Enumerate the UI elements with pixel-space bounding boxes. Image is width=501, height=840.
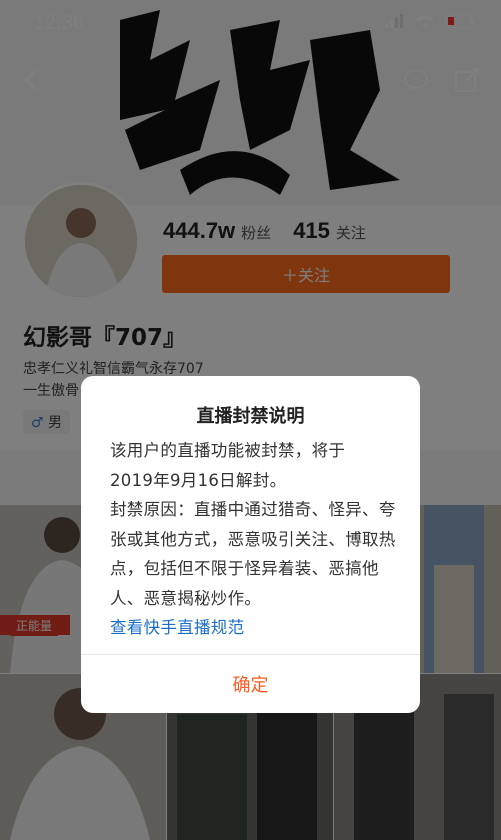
dialog-body-line-1: 该用户的直播功能被封禁，将于 xyxy=(110,441,346,460)
dialog-body: 该用户的直播功能被封禁，将于 2019年9月16日解封。 封禁原因：直播中通过猎… xyxy=(110,436,400,643)
dialog-title: 直播封禁说明 xyxy=(196,406,305,427)
dialog-body-line-2: 2019年9月16日解封。 xyxy=(110,470,287,490)
confirm-button[interactable]: 确定 xyxy=(81,655,420,713)
ban-notice-dialog: 直播封禁说明 该用户的直播功能被封禁，将于 2019年9月16日解封。 封禁原因… xyxy=(81,376,420,713)
profile-page: 12:36 444.7w 粉丝 415 关注 ＋关注 幻影哥『707』 忠孝仁义… xyxy=(0,0,501,840)
live-rules-link[interactable]: 查看快手直播规范 xyxy=(110,613,400,643)
dialog-reason: 封禁原因：直播中通过猎奇、怪异、夸张或其他方式，恶意吸引关注、博取热点，包括但不… xyxy=(110,500,396,608)
